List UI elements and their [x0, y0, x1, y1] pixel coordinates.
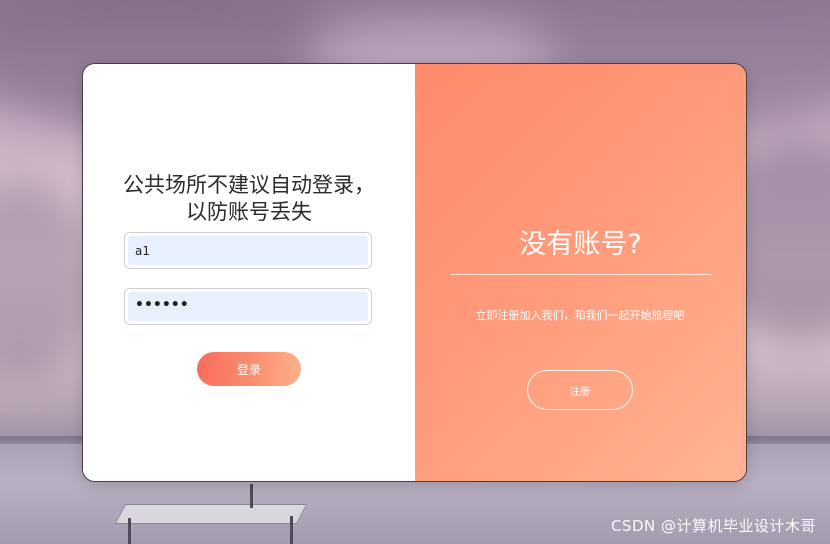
password-input[interactable]: ••••••: [128, 292, 368, 321]
register-message: 立即注册加入我们，和我们一起开始旅程吧: [475, 309, 685, 322]
register-title: 没有账号?: [519, 229, 642, 260]
dock: [114, 504, 308, 524]
login-title: 公共场所不建议自动登录， 以防账号丢失: [83, 172, 415, 226]
login-button[interactable]: 登录: [197, 352, 301, 386]
dock-post: [290, 516, 293, 544]
username-input[interactable]: a1: [128, 236, 368, 265]
dock-post: [250, 484, 253, 508]
login-title-line1: 公共场所不建议自动登录，: [123, 173, 375, 197]
watermark: CSDN @计算机毕业设计木哥: [610, 517, 816, 535]
login-title-line2: 以防账号丢失: [186, 200, 312, 224]
auth-card: 公共场所不建议自动登录， 以防账号丢失 a1 •••••• 登录 没有账号? 立…: [83, 64, 746, 481]
dock-post: [128, 518, 131, 544]
password-field[interactable]: ••••••: [124, 288, 372, 325]
username-field[interactable]: a1: [124, 232, 372, 269]
register-panel: 没有账号? 立即注册加入我们，和我们一起开始旅程吧 注册: [415, 64, 746, 481]
login-panel: 公共场所不建议自动登录， 以防账号丢失 a1 •••••• 登录: [83, 64, 415, 481]
register-button[interactable]: 注册: [527, 370, 633, 410]
divider: [451, 274, 711, 275]
